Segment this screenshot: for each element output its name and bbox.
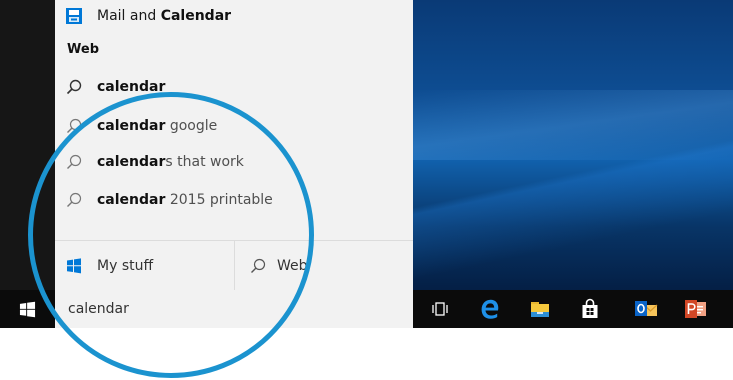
windows-logo-icon <box>19 301 36 318</box>
search-query-text: calendar <box>68 301 129 317</box>
wallpaper-light-ray <box>413 90 733 160</box>
taskbar-search-input[interactable]: calendar <box>55 290 413 328</box>
file-explorer-icon <box>531 302 549 317</box>
outlook-icon <box>635 301 658 316</box>
start-menu-left-rail <box>0 0 55 290</box>
result-mail-and-calendar[interactable]: Mail and Calendar <box>55 4 413 28</box>
web-suggestion-item[interactable]: calendar 2015 printable <box>55 187 413 213</box>
section-heading-web: Web <box>67 42 99 57</box>
powerpoint-icon <box>685 300 706 318</box>
outlook-button[interactable] <box>625 290 665 328</box>
search-icon <box>65 117 83 135</box>
suggestion-text: calendar <box>97 79 166 95</box>
web-suggestion-item[interactable]: calendar google <box>55 113 413 139</box>
my-stuff-label: My stuff <box>97 258 154 274</box>
store-button[interactable] <box>570 290 610 328</box>
file-explorer-button[interactable] <box>520 290 560 328</box>
mail-calendar-app-icon <box>65 7 83 25</box>
suggestion-text: calendar 2015 printable <box>97 192 273 208</box>
search-icon <box>65 78 83 96</box>
store-icon <box>582 298 598 318</box>
search-icon <box>65 191 83 209</box>
web-suggestion-item[interactable]: calendars that work <box>55 149 413 175</box>
task-view-icon <box>432 302 448 316</box>
web-scope-button[interactable]: Web <box>235 252 413 280</box>
suggestion-text: calendars that work <box>97 154 244 170</box>
task-view-button[interactable] <box>420 290 460 328</box>
my-stuff-button[interactable]: My stuff <box>55 252 234 280</box>
powerpoint-button[interactable] <box>675 290 715 328</box>
edge-icon <box>481 299 499 319</box>
suggestion-text: calendar google <box>97 118 218 134</box>
search-icon <box>65 153 83 171</box>
windows-logo-icon <box>65 257 83 275</box>
start-button[interactable] <box>0 290 55 328</box>
edge-button[interactable] <box>470 290 510 328</box>
web-scope-label: Web <box>277 258 308 274</box>
desktop-wallpaper <box>413 0 733 290</box>
web-suggestion-item[interactable]: calendar <box>55 74 413 100</box>
result-label: Mail and Calendar <box>97 8 232 24</box>
search-icon <box>249 257 267 275</box>
